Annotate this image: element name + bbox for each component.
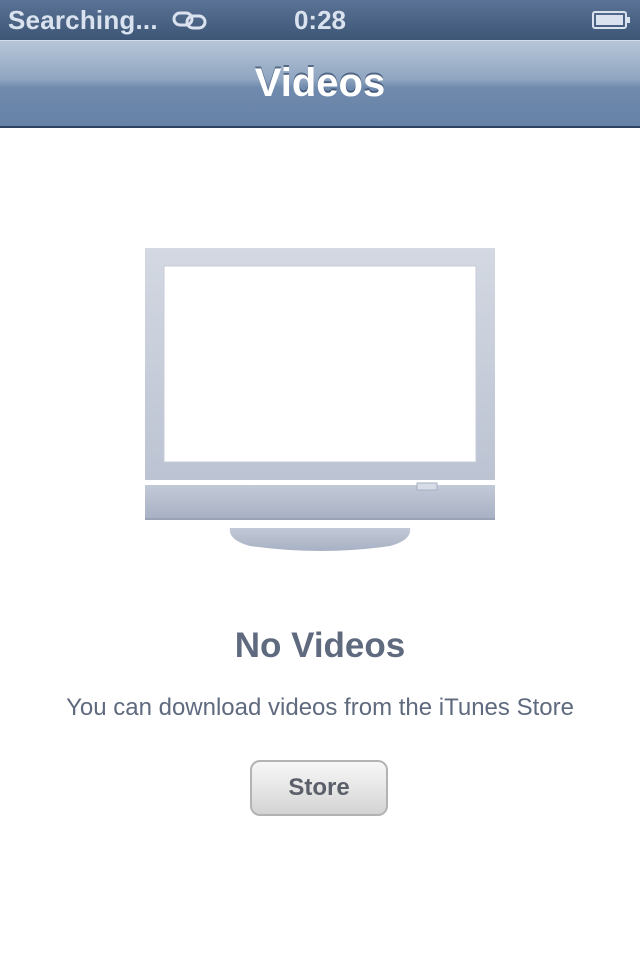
store-button[interactable]: Store [250, 760, 388, 816]
tv-icon [145, 248, 495, 551]
navigation-bar: Videos [0, 40, 640, 128]
empty-state-title: No Videos [234, 626, 406, 665]
empty-state-message: You can download videos from the iTunes … [66, 694, 574, 721]
clock: 0:28 [293, 5, 347, 35]
status-bar: Searching... 0:28 [0, 0, 640, 40]
battery-icon [592, 11, 630, 29]
page-title: Videos [254, 61, 386, 105]
